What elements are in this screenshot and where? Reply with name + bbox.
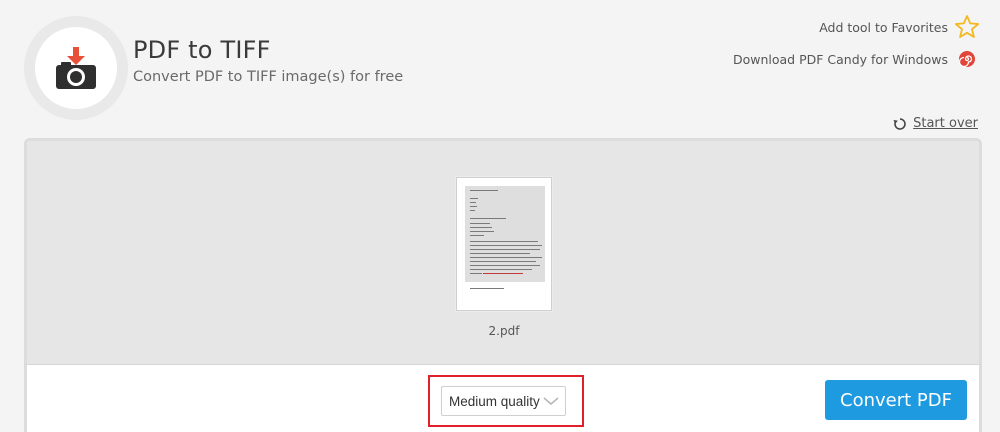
quality-select[interactable]: Medium quality xyxy=(441,386,566,416)
camera-download-icon xyxy=(56,47,96,89)
thumbnail-page-content xyxy=(465,186,545,282)
thumb-text-line xyxy=(470,210,475,211)
thumb-text-line xyxy=(470,265,540,266)
thumb-text-line xyxy=(470,231,494,232)
file-name: 2.pdf xyxy=(488,324,520,338)
thumb-text-line xyxy=(470,273,482,274)
start-over-label: Start over xyxy=(913,116,978,131)
start-over-link[interactable]: Start over xyxy=(893,116,978,131)
thumb-text-line xyxy=(470,190,498,191)
page: PDF to TIFF Convert PDF to TIFF image(s)… xyxy=(0,0,1000,432)
download-label: Download PDF Candy for Windows xyxy=(732,51,948,67)
page-title: PDF to TIFF xyxy=(133,36,271,64)
thumb-text-line xyxy=(470,227,492,228)
thumb-text-line xyxy=(470,257,542,258)
chevron-down-icon xyxy=(543,397,559,405)
thumb-text-line xyxy=(470,241,538,242)
workspace-panel: 2.pdf Medium quality Convert PDF xyxy=(24,138,982,432)
download-desktop-link[interactable]: Download PDF Candy for Windows xyxy=(733,50,976,68)
thumb-link-line xyxy=(483,273,523,274)
favorites-label: Add tool to Favorites xyxy=(819,19,948,35)
quality-selected-value: Medium quality xyxy=(449,393,540,409)
options-bar: Medium quality Convert PDF xyxy=(27,366,979,432)
candy-swirl-icon xyxy=(958,51,975,68)
file-preview-area: 2.pdf xyxy=(27,141,979,365)
refresh-icon xyxy=(893,117,906,130)
add-to-favorites-link[interactable]: Add tool to Favorites xyxy=(819,14,980,40)
thumb-text-line xyxy=(470,253,530,254)
tool-logo xyxy=(24,16,128,120)
thumb-footer-line xyxy=(470,288,504,289)
thumb-text-line xyxy=(470,249,540,250)
thumb-text-line xyxy=(470,235,484,236)
thumb-text-line xyxy=(470,269,532,270)
pdf-page-thumbnail[interactable] xyxy=(456,177,552,311)
star-outline-icon xyxy=(954,15,980,38)
thumb-text-line xyxy=(470,223,490,224)
page-subtitle: Convert PDF to TIFF image(s) for free xyxy=(133,69,404,85)
convert-pdf-button[interactable]: Convert PDF xyxy=(825,380,967,420)
thumb-text-line xyxy=(470,206,477,207)
thumb-text-line xyxy=(470,202,476,203)
thumb-text-line xyxy=(470,218,506,219)
thumb-text-line xyxy=(470,261,536,262)
tool-logo-inner xyxy=(35,27,117,109)
thumb-text-line xyxy=(470,198,478,199)
thumb-text-line xyxy=(470,245,542,246)
